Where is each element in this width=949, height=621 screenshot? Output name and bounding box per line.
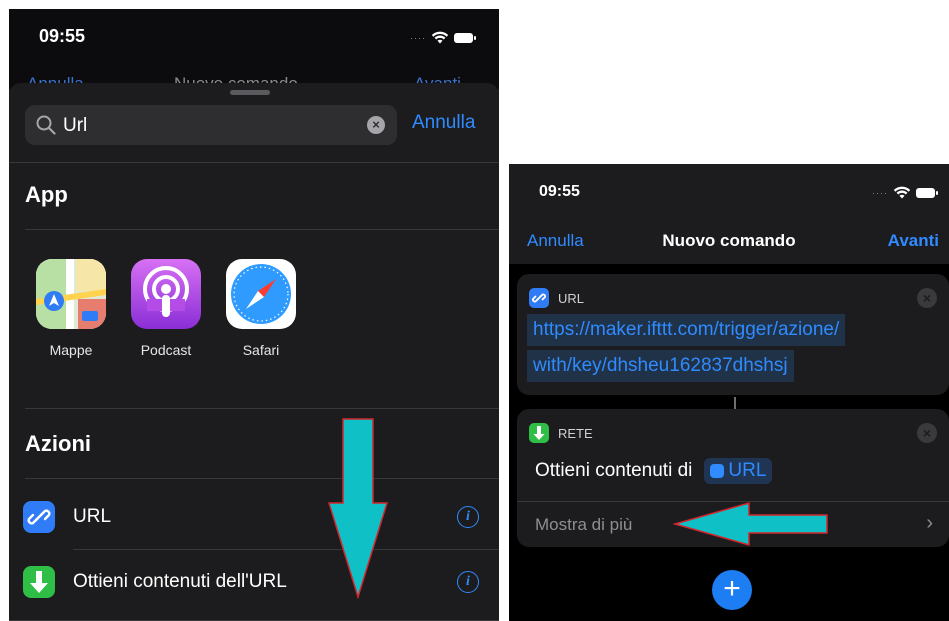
card-tag: URL [558, 290, 585, 306]
download-arrow-icon [529, 423, 549, 443]
chevron-right-icon: › [926, 512, 933, 534]
battery-icon [916, 187, 938, 198]
url-text-field[interactable]: https://maker.ifttt.com/trigger/azione/ … [527, 314, 949, 384]
action-url[interactable]: URL i [23, 486, 499, 548]
app-podcast[interactable]: Podcast [126, 259, 206, 358]
search-icon [36, 115, 56, 135]
card-header: URL [529, 288, 584, 308]
podcast-icon [131, 259, 201, 329]
search-input[interactable] [61, 110, 355, 142]
download-arrow-icon [23, 566, 55, 598]
action-text: Ottieni contenuti di [535, 460, 693, 481]
url-line-2: with/key/dhsheu162837dhshsj [527, 350, 794, 382]
remove-action-icon[interactable]: × [917, 288, 937, 308]
wifi-icon [431, 31, 449, 44]
down-arrow-annotation [327, 418, 389, 599]
signal-dots-icon: ···· [872, 187, 888, 198]
action-label-get-contents: Ottieni contenuti dell'URL [73, 571, 287, 592]
app-label-safari: Safari [242, 342, 280, 358]
search-actions-screen: 09:55 ···· Annulla Nuovo comando Avanti … [9, 9, 499, 621]
add-action-button[interactable]: + [712, 570, 752, 610]
section-actions-title: Azioni [25, 431, 91, 456]
wifi-icon [893, 186, 911, 199]
status-time: 09:55 [39, 26, 86, 46]
section-app-title: App [25, 182, 68, 207]
nav-title: Nuovo comando [662, 231, 796, 250]
status-time: 09:55 [539, 183, 580, 200]
maps-icon [36, 259, 106, 329]
app-label-podcast: Podcast [140, 342, 192, 358]
url-action-card[interactable]: URL × https://maker.ifttt.com/trigger/az… [517, 274, 949, 395]
remove-action-icon[interactable]: × [917, 423, 937, 443]
divider [73, 549, 499, 550]
action-sentence: Ottieni contenuti di URL [535, 458, 773, 484]
action-connector [734, 397, 736, 409]
card-tag: RETE [558, 425, 593, 441]
token-label: URL [728, 460, 767, 481]
link-icon [23, 501, 55, 533]
next-button[interactable]: Avanti [888, 231, 939, 251]
clear-search-icon[interactable]: × [367, 116, 385, 134]
app-label-maps: Mappe [49, 342, 93, 358]
signal-dots-icon: ···· [410, 32, 426, 43]
url-variable-token[interactable]: URL [704, 458, 773, 484]
new-shortcut-screen: 09:55 ···· Annulla Nuovo comando Avanti … [509, 164, 949, 621]
show-more-label: Mostra di più [535, 515, 633, 534]
app-safari[interactable]: Safari [221, 259, 301, 358]
url-line-1: https://maker.ifttt.com/trigger/azione/ [527, 314, 846, 346]
search-bar[interactable]: × [25, 105, 397, 145]
divider [25, 478, 499, 479]
divider [25, 229, 499, 230]
safari-icon [226, 259, 296, 329]
info-icon[interactable]: i [457, 506, 479, 528]
info-icon[interactable]: i [457, 571, 479, 593]
app-maps[interactable]: Mappe [31, 259, 111, 358]
link-icon [529, 288, 549, 308]
card-header: RETE [529, 423, 593, 443]
status-indicators: ···· [872, 186, 938, 199]
status-bar: 09:55 ···· Annulla Nuovo comando Avanti [9, 9, 499, 89]
battery-icon [454, 32, 476, 43]
status-indicators: ···· [410, 31, 476, 44]
search-cancel-button[interactable]: Annulla [412, 112, 475, 134]
action-sheet: × Annulla App Mappe [9, 83, 499, 621]
sheet-grabber[interactable] [230, 90, 270, 95]
status-bar: 09:55 ···· Annulla Nuovo comando Avanti [509, 164, 949, 264]
divider [9, 162, 499, 163]
action-get-url-contents[interactable]: Ottieni contenuti dell'URL i [23, 551, 499, 613]
nav-bar: Annulla Nuovo comando Avanti [509, 220, 949, 264]
divider [25, 408, 499, 409]
action-label-url: URL [73, 506, 112, 527]
link-icon [710, 464, 725, 478]
left-arrow-annotation [673, 502, 828, 546]
